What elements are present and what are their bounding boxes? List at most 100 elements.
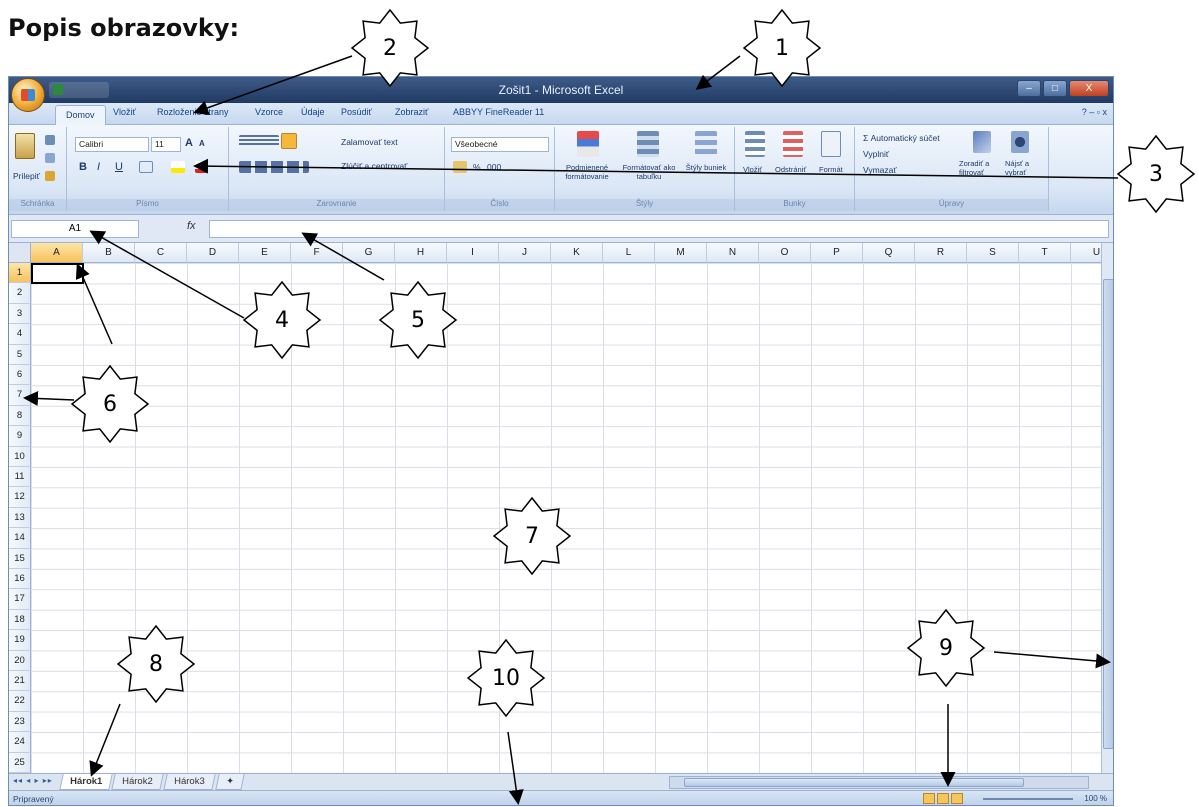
format-as-table-button[interactable]: Formátovať ako tabuľku <box>619 163 679 181</box>
fill-button[interactable]: Vyplniť <box>863 149 889 159</box>
column-header-e[interactable]: E <box>239 243 291 263</box>
tab-vzorce[interactable]: Vzorce <box>255 107 283 117</box>
italic-button[interactable]: I <box>97 161 100 173</box>
row-header-15[interactable]: 15 <box>9 548 31 569</box>
vertical-scroll-thumb[interactable] <box>1103 279 1113 749</box>
insert-function-icon[interactable]: fx <box>187 220 196 232</box>
page-layout-view-button[interactable] <box>937 793 949 804</box>
wrap-text-button[interactable]: Zalamovať text <box>341 137 398 147</box>
orientation-icon[interactable] <box>281 133 297 149</box>
autosum-button[interactable]: Σ Automatický súčet <box>863 133 940 143</box>
row-header-3[interactable]: 3 <box>9 303 31 325</box>
cut-icon[interactable] <box>45 135 55 145</box>
shrink-font-button[interactable]: A <box>199 139 205 148</box>
minimize-button[interactable]: – <box>1017 80 1041 97</box>
sheet-tab-harok1[interactable]: Hárok1 <box>59 774 113 790</box>
delete-cells-icon[interactable] <box>783 131 803 157</box>
borders-icon[interactable] <box>139 161 153 173</box>
conditional-formatting-button[interactable]: Podmienené formátovanie <box>557 163 617 181</box>
row-header-20[interactable]: 20 <box>9 650 31 671</box>
column-header-q[interactable]: Q <box>863 243 915 263</box>
find-select-icon[interactable] <box>1011 131 1029 153</box>
row-header-22[interactable]: 22 <box>9 691 31 712</box>
vertical-align-icon[interactable] <box>239 135 279 147</box>
row-header-16[interactable]: 16 <box>9 569 31 590</box>
row-header-18[interactable]: 18 <box>9 609 31 631</box>
merge-center-button[interactable]: Zlúčiť a centrovať <box>341 161 407 171</box>
row-header-25[interactable]: 25 <box>9 752 31 773</box>
column-header-i[interactable]: I <box>447 243 499 263</box>
format-cells-icon[interactable] <box>821 131 841 157</box>
font-family-select[interactable]: Calibri <box>75 137 149 152</box>
sheet-tab-harok2[interactable]: Hárok2 <box>111 774 164 790</box>
format-button[interactable]: Formát <box>819 165 843 174</box>
underline-button[interactable]: U <box>115 161 123 173</box>
row-header-9[interactable]: 9 <box>9 426 31 447</box>
column-header-a[interactable]: A <box>31 243 83 263</box>
grow-font-button[interactable]: A <box>185 137 193 149</box>
sheet-tab-harok3[interactable]: Hárok3 <box>163 774 216 790</box>
zoom-slider[interactable] <box>983 798 1073 800</box>
tab-abbyy[interactable]: ABBYY FineReader 11 <box>453 107 544 117</box>
horizontal-scroll-thumb[interactable] <box>684 778 1024 787</box>
sort-filter-icon[interactable] <box>973 131 991 153</box>
column-header-k[interactable]: K <box>551 243 603 263</box>
column-header-p[interactable]: P <box>811 243 863 263</box>
normal-view-button[interactable] <box>923 793 935 804</box>
formula-input[interactable] <box>209 220 1109 238</box>
percent-button[interactable]: % <box>473 162 481 172</box>
column-header-j[interactable]: J <box>499 243 551 263</box>
sort-filter-button[interactable]: Zoradiť a filtrovať <box>959 159 1005 177</box>
insert-cells-icon[interactable] <box>745 131 765 157</box>
row-header-17[interactable]: 17 <box>9 589 31 610</box>
column-header-o[interactable]: O <box>759 243 811 263</box>
column-header-d[interactable]: D <box>187 243 239 263</box>
row-header-13[interactable]: 13 <box>9 507 31 529</box>
sheet-navigation[interactable]: ◂◂ ◂ ▸ ▸▸ <box>13 776 53 785</box>
row-header-8[interactable]: 8 <box>9 405 31 427</box>
column-header-h[interactable]: H <box>395 243 447 263</box>
name-box[interactable]: A1 <box>11 220 139 238</box>
column-header-s[interactable]: S <box>967 243 1019 263</box>
office-button[interactable] <box>11 78 45 112</box>
thousands-button[interactable]: 000 <box>487 162 501 172</box>
zoom-level[interactable]: 100 % <box>1084 794 1107 803</box>
close-button[interactable]: X <box>1069 80 1109 97</box>
row-header-14[interactable]: 14 <box>9 528 31 549</box>
font-color-icon[interactable] <box>195 161 207 173</box>
column-header-r[interactable]: R <box>915 243 967 263</box>
paste-button[interactable]: Prilepiť <box>13 171 40 181</box>
copy-icon[interactable] <box>45 153 55 163</box>
column-header-t[interactable]: T <box>1019 243 1071 263</box>
row-header-10[interactable]: 10 <box>9 446 31 467</box>
row-header-5[interactable]: 5 <box>9 344 31 365</box>
row-header-1[interactable]: 1 <box>9 263 31 284</box>
help-controls[interactable]: ? – ▫ x <box>1082 107 1107 117</box>
row-header-7[interactable]: 7 <box>9 385 31 406</box>
row-header-4[interactable]: 4 <box>9 324 31 345</box>
tab-domov[interactable]: Domov <box>55 105 106 125</box>
tab-udaje[interactable]: Údaje <box>301 107 325 117</box>
number-format-select[interactable]: Všeobecné <box>451 137 549 152</box>
delete-button[interactable]: Odstrániť <box>775 165 806 174</box>
row-header-19[interactable]: 19 <box>9 630 31 651</box>
page-break-view-button[interactable] <box>951 793 963 804</box>
row-header-6[interactable]: 6 <box>9 365 31 386</box>
column-header-m[interactable]: M <box>655 243 707 263</box>
font-size-select[interactable]: 11 <box>151 137 181 152</box>
vertical-scrollbar[interactable] <box>1101 243 1113 773</box>
tab-rozlozenie-strany[interactable]: Rozloženie strany <box>157 107 229 117</box>
tab-vlozit[interactable]: Vložiť <box>113 107 136 117</box>
paste-icon[interactable] <box>15 133 35 159</box>
format-table-icon[interactable] <box>637 131 659 157</box>
tab-zobrazit[interactable]: Zobraziť <box>395 107 428 117</box>
cell-styles-icon[interactable] <box>695 131 717 157</box>
horizontal-scrollbar[interactable] <box>669 776 1089 789</box>
row-header-2[interactable]: 2 <box>9 283 31 304</box>
format-painter-icon[interactable] <box>45 171 55 181</box>
maximize-button[interactable]: □ <box>1043 80 1067 97</box>
column-header-b[interactable]: B <box>83 243 135 263</box>
column-header-g[interactable]: G <box>343 243 395 263</box>
column-header-n[interactable]: N <box>707 243 759 263</box>
select-all-button[interactable] <box>9 243 31 263</box>
